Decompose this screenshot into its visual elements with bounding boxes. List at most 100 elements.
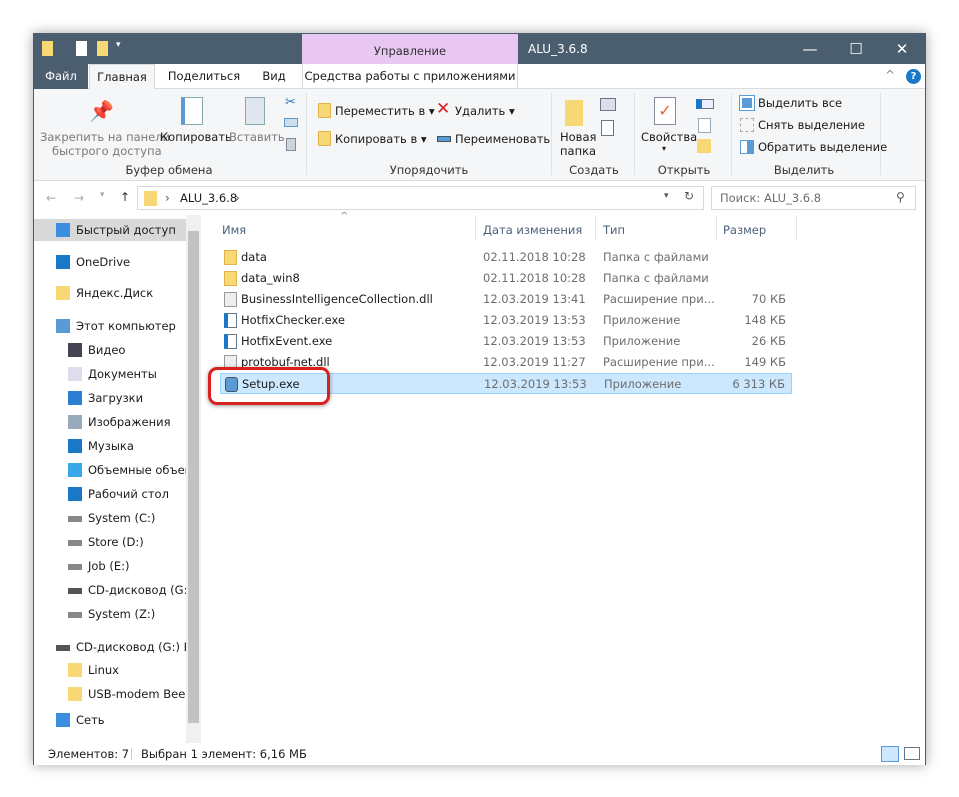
search-icon[interactable]: ⚲ — [896, 190, 905, 204]
tab-view[interactable]: Вид — [254, 64, 294, 89]
breadcrumb-current[interactable]: ALU_3.6.8 — [180, 191, 237, 205]
file-row[interactable]: data 02.11.2018 10:28 Папка с файлами — [220, 247, 792, 268]
column-header-type[interactable]: Тип — [603, 219, 625, 241]
select-none-button[interactable]: Снять выделение — [758, 118, 865, 132]
tab-share[interactable]: Поделиться — [164, 64, 244, 89]
sidebar-item-label: Сеть — [76, 713, 105, 727]
rename-button[interactable]: Переименовать — [455, 132, 550, 146]
address-bar[interactable]: › ALU_3.6.8 › ▾ ↻ — [137, 186, 704, 210]
history-icon[interactable] — [697, 139, 711, 153]
cloud-icon — [56, 255, 70, 269]
sidebar-item[interactable]: Изображения — [34, 411, 186, 433]
sidebar-scrollbar[interactable] — [186, 215, 201, 743]
sidebar-item[interactable]: Объемные объекты — [34, 459, 186, 481]
move-to-button[interactable]: Переместить в ▾ — [335, 104, 435, 118]
cd-drive-icon — [68, 588, 82, 594]
column-header-name[interactable]: Имя — [222, 219, 246, 241]
file-row[interactable]: BusinessIntelligenceCollection.dll 12.03.… — [220, 289, 792, 310]
recent-dropdown[interactable]: ▾ — [100, 190, 105, 200]
new-folder-icon[interactable] — [97, 41, 108, 56]
sidebar-item[interactable]: Быстрый доступ — [34, 219, 186, 241]
address-history-dropdown[interactable]: ▾ — [664, 191, 669, 201]
customize-toolbar-icon[interactable]: ▾ — [116, 40, 121, 50]
sidebar-item[interactable]: Документы — [34, 363, 186, 385]
column-divider[interactable] — [595, 215, 596, 241]
copy-path-icon[interactable] — [284, 118, 298, 127]
sidebar-item-label: Загрузки — [88, 391, 144, 405]
breadcrumb-separator[interactable]: › — [235, 191, 240, 205]
column-header-date[interactable]: Дата изменения — [483, 219, 582, 241]
easy-access-icon[interactable] — [601, 120, 614, 136]
copy-to-button[interactable]: Копировать в ▾ — [335, 132, 427, 146]
highlight-annotation — [208, 367, 330, 405]
properties-icon[interactable] — [76, 41, 87, 56]
sidebar-item[interactable]: CD-дисковод (G:) Beeline — [34, 636, 186, 658]
collapse-ribbon-icon[interactable]: ^ — [885, 68, 895, 82]
minimize-button[interactable]: — — [787, 34, 833, 64]
new-item-icon[interactable] — [600, 98, 616, 111]
explorer-window: ▾ Управление ALU_3.6.8 — ☐ ✕ Файл Главна… — [33, 33, 926, 765]
pin-button[interactable]: Закрепить на панели — [40, 130, 170, 144]
column-divider[interactable] — [716, 215, 717, 241]
properties-button[interactable]: Свойства — [641, 130, 697, 144]
refresh-icon[interactable]: ↻ — [684, 189, 694, 203]
open-icon[interactable] — [696, 99, 714, 109]
column-divider[interactable] — [475, 215, 476, 241]
star-icon — [56, 223, 70, 237]
tab-app-tools[interactable]: Средства работы с приложениями — [302, 64, 518, 89]
search-input[interactable]: Поиск: ALU_3.6.8 — [720, 191, 821, 205]
up-button[interactable]: ↑ — [120, 190, 130, 204]
divider — [551, 93, 552, 175]
sidebar-item[interactable]: Этот компьютер — [34, 315, 186, 337]
delete-button[interactable]: Удалить ▾ — [455, 104, 515, 118]
file-row[interactable]: data_win8 02.11.2018 10:28 Папка с файлами — [220, 268, 792, 289]
invert-selection-button[interactable]: Обратить выделение — [758, 140, 887, 154]
edit-icon — [698, 118, 711, 133]
sidebar-item[interactable]: OneDrive — [34, 251, 186, 273]
chevron-down-icon[interactable]: ▾ — [662, 144, 666, 153]
sidebar-item[interactable]: USB-modem Beeline — [34, 683, 186, 705]
drive-icon — [68, 540, 82, 546]
sidebar-item[interactable]: Музыка — [34, 435, 186, 457]
breadcrumb-separator[interactable]: › — [165, 191, 170, 205]
group-clipboard: Буфер обмена — [125, 163, 213, 177]
context-tab-manage[interactable]: Управление — [302, 34, 518, 64]
sidebar-item[interactable]: Store (D:) — [34, 531, 186, 553]
help-icon[interactable]: ? — [906, 69, 921, 84]
select-all-button[interactable]: Выделить все — [758, 96, 842, 110]
file-date: 12.03.2019 13:53 — [484, 377, 587, 391]
sidebar-item[interactable]: System (C:) — [34, 507, 186, 529]
close-button[interactable]: ✕ — [879, 34, 925, 64]
desktop-icon — [68, 487, 82, 501]
paste-button[interactable]: Вставить — [229, 130, 285, 144]
sidebar-item[interactable]: Загрузки — [34, 387, 186, 409]
sidebar-item[interactable]: Сеть — [34, 709, 186, 731]
cd-drive-icon — [56, 645, 70, 651]
cut-icon[interactable]: ✂ — [285, 95, 296, 110]
sidebar-item[interactable]: Linux — [34, 659, 186, 681]
sidebar-item[interactable]: System (Z:) — [34, 603, 186, 625]
large-icons-view-button[interactable] — [904, 747, 920, 760]
sidebar-item[interactable]: Видео — [34, 339, 186, 361]
file-date: 02.11.2018 10:28 — [483, 250, 586, 264]
sidebar-item[interactable]: CD-дисковод (G:) — [34, 579, 186, 601]
forward-button[interactable]: → — [74, 191, 84, 205]
sidebar-item[interactable]: Яндекс.Диск — [34, 282, 186, 304]
scrollbar-thumb[interactable] — [188, 231, 199, 723]
search-box[interactable]: Поиск: ALU_3.6.8 ⚲ — [711, 186, 916, 210]
file-row[interactable]: HotfixEvent.exe 12.03.2019 13:53 Приложени… — [220, 331, 792, 352]
back-button[interactable]: ← — [46, 191, 56, 205]
file-row[interactable]: HotfixChecker.exe 12.03.2019 13:53 Приложе… — [220, 310, 792, 331]
maximize-button[interactable]: ☐ — [833, 34, 879, 64]
tab-home[interactable]: Главная — [89, 64, 155, 90]
column-divider[interactable] — [796, 215, 797, 241]
folder-icon — [42, 41, 53, 56]
sidebar-item[interactable]: Job (E:) — [34, 555, 186, 577]
column-header-size[interactable]: Размер — [723, 219, 766, 241]
sidebar-item[interactable]: Рабочий стол — [34, 483, 186, 505]
copy-button[interactable]: Копировать — [160, 130, 232, 144]
paste-shortcut-icon[interactable] — [286, 138, 296, 151]
details-view-button[interactable] — [881, 746, 899, 762]
tab-file[interactable]: Файл — [34, 64, 88, 89]
new-folder-button[interactable]: Новая — [560, 130, 596, 144]
